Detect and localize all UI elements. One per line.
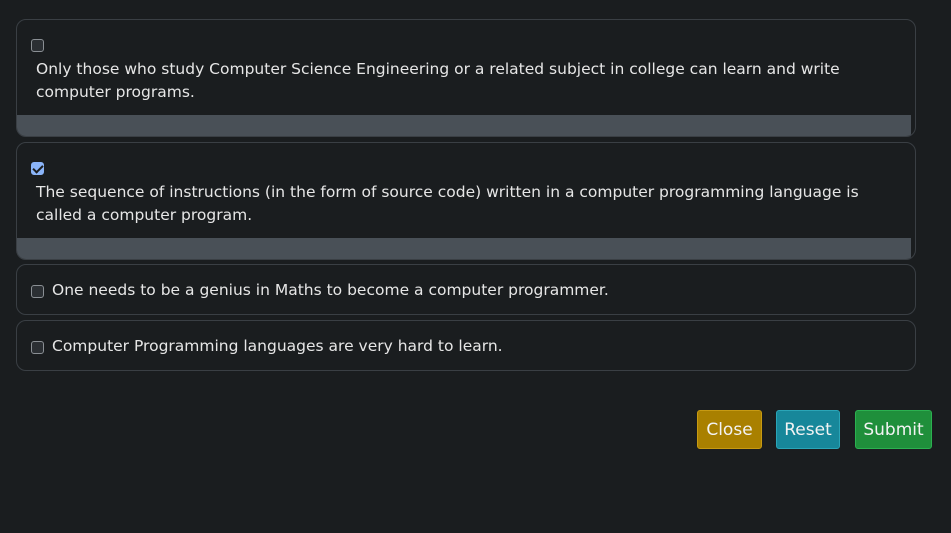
quiz-panel: Only those who study Computer Science En… xyxy=(0,0,951,533)
answer-option-4[interactable]: Computer Programming languages are very … xyxy=(16,320,916,371)
answer-checkbox-4[interactable] xyxy=(31,341,44,354)
answer-text-1: Only those who study Computer Science En… xyxy=(36,60,840,101)
answer-option-2[interactable]: The sequence of instructions (in the for… xyxy=(16,142,916,260)
answer-text-2: The sequence of instructions (in the for… xyxy=(36,183,859,224)
answer-option-1[interactable]: Only those who study Computer Science En… xyxy=(16,19,916,137)
answer-option-3[interactable]: One needs to be a genius in Maths to bec… xyxy=(16,264,916,315)
answer-checkbox-2[interactable] xyxy=(31,162,44,175)
answer-checkbox-3[interactable] xyxy=(31,285,44,298)
close-button[interactable]: Close xyxy=(697,410,762,449)
reset-button[interactable]: Reset xyxy=(776,410,840,449)
answer-text-3: One needs to be a genius in Maths to bec… xyxy=(52,281,609,299)
answer-option-1-footer xyxy=(17,115,911,136)
submit-button[interactable]: Submit xyxy=(855,410,932,449)
answer-checkbox-1[interactable] xyxy=(31,39,44,52)
answer-option-2-footer xyxy=(17,238,911,259)
answer-text-4: Computer Programming languages are very … xyxy=(52,337,503,355)
